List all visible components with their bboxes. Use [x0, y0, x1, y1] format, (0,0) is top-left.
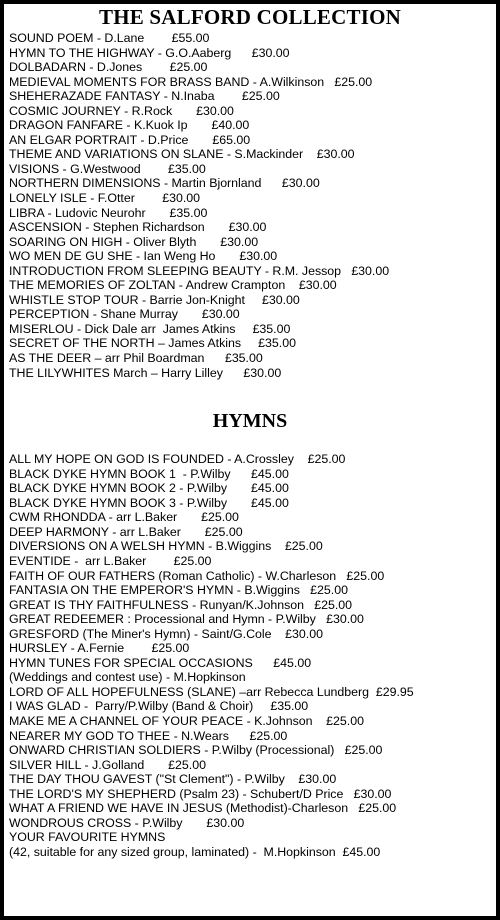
list-item: WHAT A FRIEND WE HAVE IN JESUS (Methodis…: [9, 801, 397, 816]
list-item: MISERLOU - Dick Dale arr James Atkins £3…: [9, 321, 291, 336]
list-item: LORD OF ALL HOPEFULNESS (SLANE) –arr Reb…: [9, 684, 414, 699]
list-item: ALL MY HOPE ON GOD IS FOUNDED - A.Crossl…: [9, 452, 346, 467]
list-item: DOLBADARN - D.Jones £25.00: [9, 60, 208, 75]
list-item: SOUND POEM - D.Lane £55.00: [9, 31, 210, 45]
list-item: AN ELGAR PORTRAIT - D.Price £65.00: [9, 132, 251, 147]
list-item: (Weddings and contest use) - M.Hopkinson: [9, 670, 246, 685]
list-item: HYMN TUNES FOR SPECIAL OCCASIONS £45.00: [9, 655, 312, 670]
list-item: I WAS GLAD - Parry/P.Wilby (Band & Choir…: [9, 699, 309, 714]
list-item: ONWARD CHRISTIAN SOLDIERS - P.Wilby (Pro…: [9, 743, 383, 758]
list-item: (42, suitable for any sized group, lamin…: [9, 844, 381, 859]
list-item: MEDIEVAL MOMENTS FOR BRASS BAND - A.Wilk…: [9, 74, 373, 89]
list-item: THE LORD'S MY SHEPHERD (Psalm 23) - Schu…: [9, 786, 392, 801]
list-item: HURSLEY - A.Fernie £25.00: [9, 641, 190, 656]
list-item: VISIONS - G.Westwood £35.00: [9, 161, 206, 176]
list-item: GREAT REDEEMER : Processional and Hymn -…: [9, 612, 364, 627]
hymns-list: ALL MY HOPE ON GOD IS FOUNDED - A.Crossl…: [4, 452, 496, 859]
list-item: THE MEMORIES OF ZOLTAN - Andrew Crampton…: [9, 278, 337, 293]
list-item: MAKE ME A CHANNEL OF YOUR PEACE - K.John…: [9, 713, 364, 728]
list-item: DEEP HARMONY - arr L.Baker £25.00: [9, 524, 243, 539]
list-item: SILVER HILL - J.Golland £25.00: [9, 757, 206, 772]
list-item: DRAGON FANFARE - K.Kuok Ip £40.00: [9, 118, 250, 133]
list-item: LONELY ISLE - F.Otter £30.00: [9, 191, 200, 206]
list-item: GREAT IS THY FAITHFULNESS - Runyan/K.Joh…: [9, 597, 353, 612]
list-item: WHISTLE STOP TOUR - Barrie Jon-Knight £3…: [9, 292, 300, 307]
list-item: GRESFORD (The Miner's Hymn) - Saint/G.Co…: [9, 626, 323, 641]
list-item: AS THE DEER – arr Phil Boardman £35.00: [9, 351, 263, 366]
list-item: INTRODUCTION FROM SLEEPING BEAUTY - R.M.…: [9, 263, 390, 278]
list-item: BLACK DYKE HYMN BOOK 3 - P.Wilby £45.00: [9, 495, 289, 510]
list-item: ASCENSION - Stephen Richardson £30.00: [9, 220, 267, 235]
list-item: FANTASIA ON THE EMPEROR'S HYMN - B.Wiggi…: [9, 583, 348, 598]
section-heading-hymns: HYMNS: [212, 410, 288, 433]
list-item: COSMIC JOURNEY - R.Rock £30.00: [9, 103, 234, 118]
list-item: THEME AND VARIATIONS ON SLANE - S.Mackin…: [9, 147, 355, 162]
list-item: PERCEPTION - Shane Murray £30.00: [9, 307, 240, 322]
salford-collection-list: SOUND POEM - D.Lane £55.00 HYMN TO THE H…: [4, 31, 496, 380]
list-item: HYMN TO THE HIGHWAY - G.O.Aaberg £30.00: [9, 45, 290, 60]
section-spacer-below: [4, 432, 496, 452]
list-item: SOARING ON HIGH - Oliver Blyth £30.00: [9, 234, 259, 249]
list-item: EVENTIDE - arr L.Baker £25.00: [9, 553, 212, 568]
list-item: SHEHERAZADE FANTASY - N.Inaba £25.00: [9, 89, 280, 104]
list-item: BLACK DYKE HYMN BOOK 1 - P.Wilby £45.00: [9, 466, 289, 481]
list-item: YOUR FAVOURITE HYMNS: [9, 830, 166, 845]
page-title: THE SALFORD COLLECTION: [99, 5, 401, 29]
list-item: WO MEN DE GU SHE - Ian Weng Ho £30.00: [9, 249, 278, 264]
list-item: WONDROUS CROSS - P.Wilby £30.00: [9, 815, 245, 830]
list-item: CWM RHONDDA - arr L.Baker £25.00: [9, 510, 239, 525]
list-item: LIBRA - Ludovic Neurohr £35.00: [9, 205, 208, 220]
list-item: BLACK DYKE HYMN BOOK 2 - P.Wilby £45.00: [9, 481, 289, 496]
list-item: DIVERSIONS ON A WELSH HYMN - B.Wiggins £…: [9, 539, 323, 554]
list-item: THE DAY THOU GAVEST ("St Clement") - P.W…: [9, 772, 337, 787]
list-item: THE LILYWHITES March – Harry Lilley £30.…: [9, 365, 282, 380]
list-item: SECRET OF THE NORTH – James Atkins £35.0…: [9, 336, 296, 351]
catalogue-page: THE SALFORD COLLECTION SOUND POEM - D.La…: [0, 0, 500, 920]
list-item: NORTHERN DIMENSIONS - Martin Bjornland £…: [9, 176, 320, 191]
list-item: FAITH OF OUR FATHERS (Roman Catholic) - …: [9, 568, 385, 583]
list-item: NEARER MY GOD TO THEE - N.Wears £25.00: [9, 728, 288, 743]
